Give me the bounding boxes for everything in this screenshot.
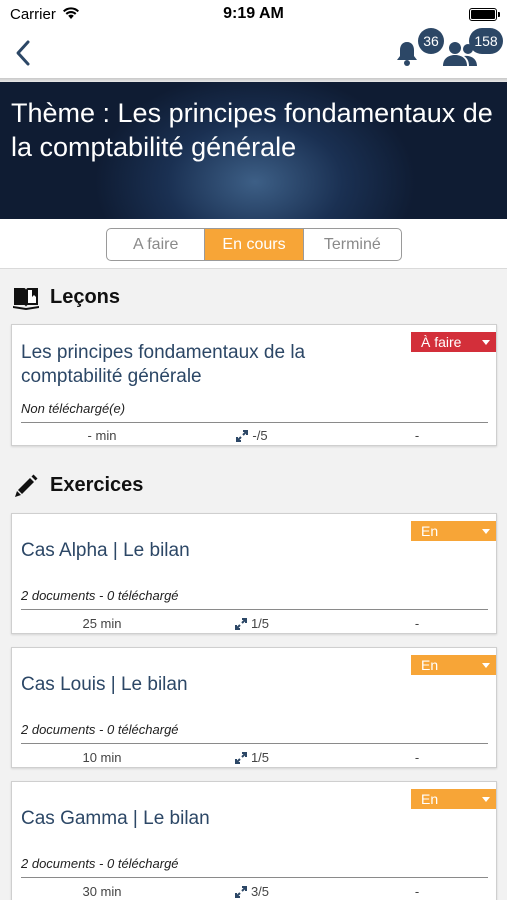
lesson-title: Les principes fondamentaux de la comptab… — [21, 342, 306, 387]
card-divider — [21, 877, 488, 878]
exercise-card[interactable]: Cas Alpha | Le bilan 2 documents - 0 tél… — [11, 513, 497, 634]
theme-banner: Thème : Les principes fondamentaux de la… — [0, 82, 507, 219]
difficulty-icon — [234, 886, 247, 898]
exercises-section-title: Exercices — [50, 473, 144, 496]
difficulty-icon — [234, 618, 247, 630]
exercise-extra: - — [414, 884, 420, 899]
card-divider — [21, 422, 488, 423]
lesson-duration: - min — [87, 428, 117, 443]
lesson-status-dropdown[interactable]: À faire — [411, 332, 496, 352]
back-button[interactable] — [10, 36, 40, 70]
exercise-title: Cas Alpha | Le bilan — [21, 540, 190, 561]
exercise-documents: 2 documents - 0 téléchargé — [21, 856, 179, 871]
exercise-duration: 10 min — [82, 750, 122, 765]
caret-down-icon — [482, 529, 490, 534]
exercise-footer: 30 min 3/5 - — [12, 884, 498, 900]
exercises-section-header: Exercices — [12, 472, 143, 498]
lessons-section-header: Leçons — [12, 284, 120, 310]
caret-down-icon — [482, 797, 490, 802]
card-divider — [21, 743, 488, 744]
exercise-score-value: 1/5 — [250, 616, 270, 631]
exercise-status-dropdown[interactable]: En cours — [411, 521, 496, 559]
segment-termine[interactable]: Terminé — [302, 229, 401, 260]
status-bar: Carrier 9:19 AM — [0, 0, 507, 28]
status-filter-bar: A faire En cours Terminé — [0, 219, 507, 269]
exercise-score: 1/5 — [212, 616, 292, 631]
chevron-left-icon — [16, 40, 30, 66]
lessons-section-title: Leçons — [50, 285, 121, 308]
difficulty-icon — [236, 430, 249, 442]
exercise-footer: 10 min 1/5 - — [12, 750, 498, 766]
clock: 9:19 AM — [223, 5, 284, 22]
lesson-status-label: À faire — [421, 334, 462, 350]
lesson-footer: - min -/5 - — [12, 428, 498, 444]
segment-a-faire[interactable]: A faire — [107, 229, 204, 260]
exercise-title: Cas Louis | Le bilan — [21, 674, 188, 695]
exercise-status-label: En cours — [421, 523, 456, 559]
exercise-status-dropdown[interactable]: En cours — [411, 789, 496, 827]
exercise-status-dropdown[interactable]: En cours — [411, 655, 496, 693]
exercise-extra: - — [414, 616, 420, 631]
exercise-status-label: En cours — [421, 791, 456, 827]
exercise-documents: 2 documents - 0 téléchargé — [21, 588, 179, 603]
lesson-score-value: -/5 — [252, 428, 268, 443]
caret-down-icon — [482, 340, 490, 345]
segment-en-cours[interactable]: En cours — [204, 229, 303, 260]
exercise-score: 3/5 — [212, 884, 292, 899]
difficulty-icon — [234, 752, 247, 764]
exercise-score-value: 3/5 — [250, 884, 270, 899]
exercise-extra: - — [414, 750, 420, 765]
book-icon — [13, 288, 39, 310]
exercise-score-value: 1/5 — [250, 750, 270, 765]
lesson-download-status: Non téléchargé(e) — [21, 401, 126, 416]
battery-icon — [469, 8, 500, 21]
lesson-extra: - — [414, 428, 420, 443]
exercise-card[interactable]: Cas Gamma | Le bilan 2 documents - 0 tél… — [11, 781, 497, 900]
exercise-documents: 2 documents - 0 téléchargé — [21, 722, 179, 737]
status-segmented-control: A faire En cours Terminé — [106, 228, 402, 261]
caret-down-icon — [482, 663, 490, 668]
exercise-status-label: En cours — [421, 657, 456, 693]
lesson-card[interactable]: Les principes fondamentaux de la comptab… — [11, 324, 497, 446]
exercise-duration: 25 min — [82, 616, 122, 631]
card-divider — [21, 609, 488, 610]
nav-bar: 36 158 — [0, 28, 507, 80]
exercise-card[interactable]: Cas Louis | Le bilan 2 documents - 0 tél… — [11, 647, 497, 768]
users-count-badge: 158 — [469, 28, 503, 54]
exercise-duration: 30 min — [82, 884, 122, 899]
pencil-icon — [15, 474, 38, 497]
exercise-title: Cas Gamma | Le bilan — [21, 808, 210, 829]
exercise-score: 1/5 — [212, 750, 292, 765]
exercise-footer: 25 min 1/5 - — [12, 616, 498, 632]
lesson-score: -/5 — [212, 428, 292, 443]
page-title: Thème : Les principes fondamentaux de la… — [11, 98, 493, 162]
